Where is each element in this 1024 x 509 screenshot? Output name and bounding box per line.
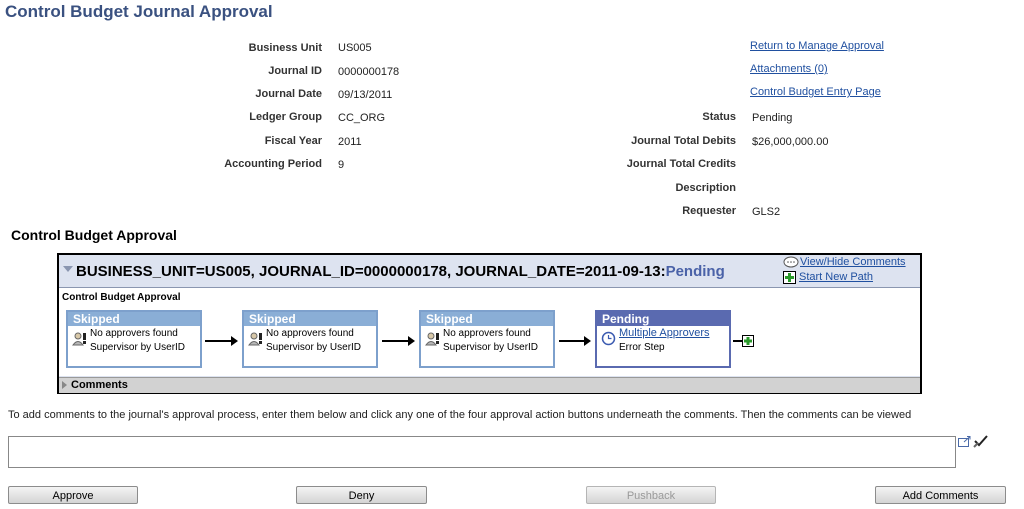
comments-bar[interactable]: Comments <box>59 377 920 393</box>
status-label: Status <box>702 111 736 123</box>
step-1: Skipped No approvers found Supervisor by… <box>66 310 202 368</box>
step-2-line1: No approvers found <box>266 328 354 339</box>
step-connector <box>733 340 742 342</box>
page-title: Control Budget Journal Approval <box>5 2 273 21</box>
speech-bubble-icon[interactable] <box>783 256 799 269</box>
step-1-line1: No approvers found <box>90 328 178 339</box>
status-value: Pending <box>752 112 793 124</box>
description-label: Description <box>675 182 736 194</box>
total-credits-label: Journal Total Credits <box>626 158 736 170</box>
total-debits-value: $26,000,000.00 <box>752 136 829 148</box>
step-2: Skipped No approvers found Supervisor by… <box>242 310 378 368</box>
step-2-status: Skipped <box>244 312 376 326</box>
step-2-line2: Supervisor by UserID <box>266 342 362 353</box>
journal-id-label: Journal ID <box>268 65 322 77</box>
comment-input[interactable] <box>8 436 956 468</box>
user-warning-icon <box>248 332 262 346</box>
spell-check-icon[interactable] <box>973 434 989 448</box>
deny-button[interactable]: Deny <box>296 486 427 504</box>
expand-textarea-icon[interactable] <box>958 436 972 448</box>
journal-id-value: 0000000178 <box>338 66 400 78</box>
comments-label: Comments <box>71 379 128 391</box>
step-arrow <box>382 336 415 346</box>
step-arrow <box>559 336 591 346</box>
user-warning-icon <box>425 332 439 346</box>
fiscal-year-value: 2011 <box>338 136 362 148</box>
approve-button[interactable]: Approve <box>8 486 138 504</box>
step-4-line2: Error Step <box>619 342 665 353</box>
instructions-text: To add comments to the journal's approva… <box>8 409 912 421</box>
step-4-status: Pending <box>597 312 729 326</box>
business-unit-value: US005 <box>338 42 372 54</box>
journal-date-label: Journal Date <box>255 88 322 100</box>
clock-icon <box>601 331 616 346</box>
approval-steps-area: Control Budget Approval Skipped No appro… <box>59 288 920 376</box>
attachments-link[interactable]: Attachments (0) <box>750 63 828 75</box>
journal-date-value: 09/13/2011 <box>338 89 393 101</box>
accounting-period-label: Accounting Period <box>224 158 322 170</box>
multiple-approvers-link[interactable]: Multiple Approvers <box>619 327 710 339</box>
approval-box: BUSINESS_UNIT=US005, JOURNAL_ID=00000001… <box>57 253 922 394</box>
inner-approval-title: Control Budget Approval <box>62 292 181 303</box>
step-1-status: Skipped <box>68 312 200 326</box>
return-to-manage-approval-link[interactable]: Return to Manage Approval <box>750 40 884 52</box>
approval-header-text: BUSINESS_UNIT=US005, JOURNAL_ID=00000001… <box>76 263 725 280</box>
step-4: Pending Multiple Approvers Error Step <box>595 310 731 368</box>
user-warning-icon <box>72 332 86 346</box>
step-arrow <box>205 336 238 346</box>
view-hide-comments-link[interactable]: View/Hide Comments <box>800 256 906 268</box>
ledger-group-value: CC_ORG <box>338 112 386 124</box>
collapse-triangle-icon[interactable] <box>63 266 73 272</box>
total-debits-label: Journal Total Debits <box>631 135 736 147</box>
step-3-status: Skipped <box>421 312 553 326</box>
step-3-line2: Supervisor by UserID <box>443 342 539 353</box>
requester-value: GLS2 <box>752 206 781 218</box>
fiscal-year-label: Fiscal Year <box>264 135 322 147</box>
add-step-icon[interactable] <box>742 335 754 347</box>
step-1-line2: Supervisor by UserID <box>90 342 186 353</box>
start-new-path-link[interactable]: Start New Path <box>799 271 873 283</box>
expand-triangle-icon[interactable] <box>62 381 67 389</box>
accounting-period-value: 9 <box>338 159 345 171</box>
approval-header: BUSINESS_UNIT=US005, JOURNAL_ID=00000001… <box>59 255 920 288</box>
approval-header-status: Pending <box>665 263 725 280</box>
step-3-line1: No approvers found <box>443 328 531 339</box>
approval-section-title: Control Budget Approval <box>11 227 177 243</box>
approval-header-key: BUSINESS_UNIT=US005, JOURNAL_ID=00000001… <box>76 263 666 280</box>
requester-label: Requester <box>682 205 736 217</box>
add-path-icon[interactable] <box>783 271 796 284</box>
control-budget-entry-page-link[interactable]: Control Budget Entry Page <box>750 86 881 98</box>
ledger-group-label: Ledger Group <box>249 111 322 123</box>
pushback-button[interactable]: Pushback <box>586 486 716 504</box>
add-comments-button[interactable]: Add Comments <box>875 486 1006 504</box>
step-3: Skipped No approvers found Supervisor by… <box>419 310 555 368</box>
business-unit-label: Business Unit <box>248 42 322 54</box>
